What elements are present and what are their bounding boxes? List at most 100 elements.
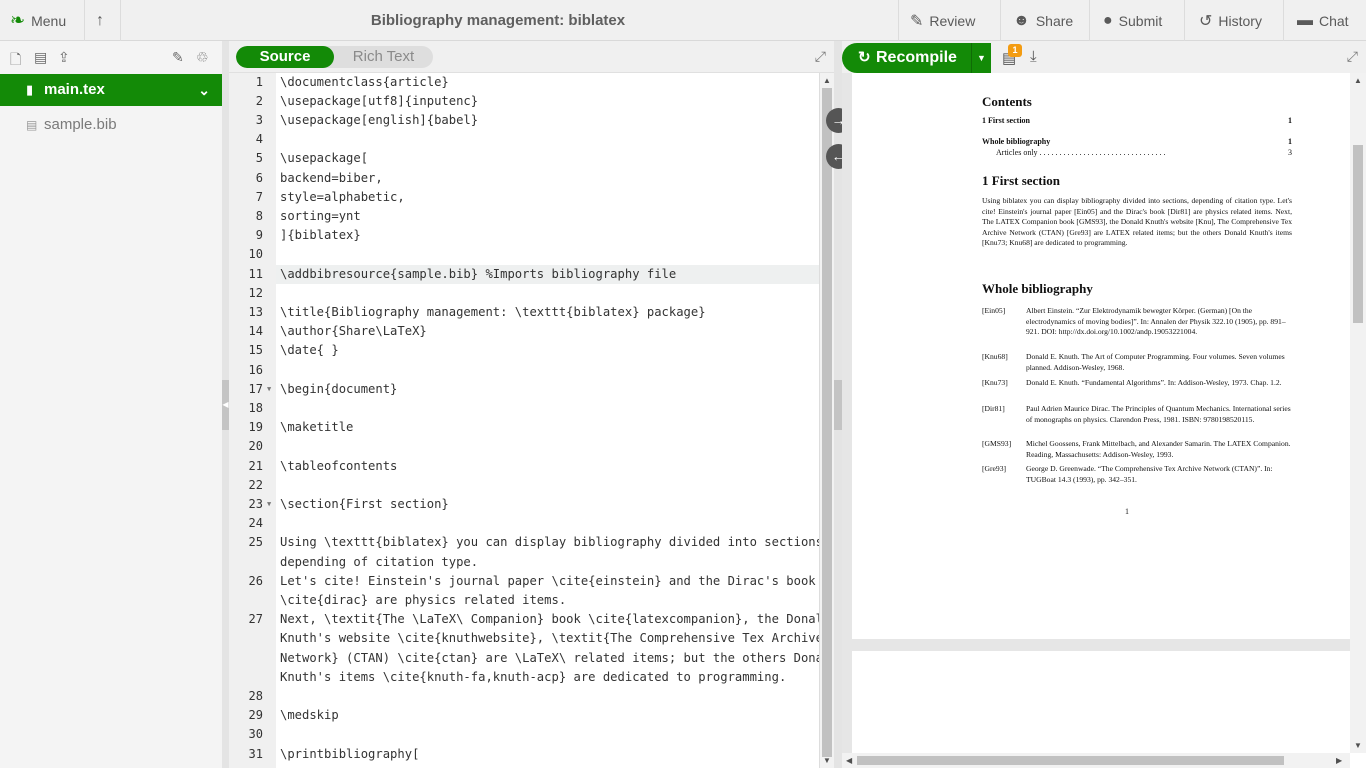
fold-arrow-icon[interactable]: ▼ [267, 380, 271, 399]
toc-label: Articles only . . . . . . . . . . . . . … [996, 148, 1166, 157]
new-folder-icon[interactable]: ▤ [34, 49, 47, 66]
resizer-grip[interactable] [834, 380, 842, 430]
code-line[interactable]: \usepackage[ [280, 149, 368, 168]
code-line[interactable]: \usepackage[english]{babel} [280, 111, 478, 130]
code-line[interactable]: \title{Bibliography management: \texttt{… [280, 303, 706, 322]
code-line[interactable]: \documentclass{article} [280, 73, 449, 92]
scroll-up-arrow-icon[interactable]: ▲ [1354, 76, 1362, 85]
code-line-wrap[interactable]: depending of citation type. [280, 553, 478, 572]
pdf-toolbar: ↻ Recompile ▼ ▤ 1 ⤓ ⤢ [842, 41, 1366, 73]
bib-key: [GMS93] [982, 439, 1012, 448]
download-pdf-icon[interactable]: ⤓ [1030, 48, 1037, 65]
bib-key: [Ein05] [982, 306, 1006, 315]
rich-text-mode-button[interactable]: Rich Text [334, 46, 433, 68]
toc-entry[interactable]: 1 First section 1 [982, 116, 1292, 125]
code-line[interactable]: sorting=ynt [280, 207, 361, 226]
expand-icon[interactable]: ⤢ [815, 48, 826, 65]
editor-scrollbar[interactable]: ▲ ▼ [819, 73, 834, 768]
bib-entry: Donald E. Knuth. The Art of Computer Pro… [1026, 352, 1285, 372]
toc-label: Whole bibliography [982, 137, 1051, 146]
scrollbar-thumb[interactable] [822, 88, 832, 757]
bib-entry: Michel Goossens, Frank Mittelbach, and A… [1026, 439, 1291, 459]
code-line-active[interactable]: \addbibresource{sample.bib} %Imports bib… [276, 265, 819, 284]
pdf-vertical-scrollbar[interactable]: ▲ ▼ [1350, 73, 1366, 753]
code-line[interactable]: Using \texttt{biblatex} you can display … [280, 533, 819, 552]
code-line[interactable]: \printbibliography[ [280, 745, 419, 764]
code-line-wrap[interactable]: Knuth's website \cite{knuthwebsite}, \te… [280, 629, 819, 648]
bib-key: [Dir81] [982, 404, 1005, 413]
share-button[interactable]: ☻ Share [1013, 0, 1073, 41]
line-number: 5 [255, 151, 263, 165]
logs-count-badge: 1 [1008, 44, 1022, 57]
bib-file-icon: ▤ [26, 118, 38, 132]
code-line[interactable]: \medskip [280, 706, 339, 725]
chat-label: Chat [1319, 12, 1349, 29]
file-item-sample-bib[interactable]: ▤ sample.bib [0, 111, 222, 139]
project-up-button[interactable]: ↑ [96, 0, 110, 41]
line-number: 22 [248, 478, 263, 492]
scroll-right-arrow-icon[interactable]: ▶ [1336, 756, 1342, 765]
code-line[interactable]: ]{biblatex} [280, 226, 361, 245]
scrollbar-thumb[interactable] [1353, 145, 1363, 323]
expand-icon[interactable]: ⤢ [1347, 48, 1358, 65]
code-line-wrap[interactable]: Knuth's items \cite{knuth-fa,knuth-acp} … [280, 668, 786, 687]
code-line[interactable]: \maketitle [280, 418, 353, 437]
file-tree-panel: 🗋 ▤ ⇪ ✎ ♲ ▮ main.tex ⌄ ▤ sample.bib [0, 41, 222, 768]
code-line[interactable]: \begin{document} [280, 380, 397, 399]
scroll-left-arrow-icon[interactable]: ◀ [846, 756, 852, 765]
project-title[interactable]: Bibliography management: biblatex [300, 0, 696, 41]
users-icon: ☻ [1013, 11, 1030, 29]
delete-trash-icon[interactable]: ♲ [196, 49, 209, 66]
code-line[interactable]: style=alphabetic, [280, 188, 405, 207]
code-line-wrap[interactable]: Network} (CTAN) \cite{ctan} are \LaTeX\ … [280, 649, 819, 668]
new-file-icon[interactable]: 🗋 [10, 49, 21, 73]
top-toolbar: ❧ Menu ↑ Bibliography management: biblat… [0, 0, 1366, 41]
scrollbar-thumb[interactable] [857, 756, 1284, 765]
toc-entry[interactable]: Articles only . . . . . . . . . . . . . … [982, 148, 1292, 157]
submit-label: Submit [1118, 12, 1163, 29]
code-line[interactable]: \tableofcontents [280, 457, 397, 476]
history-icon: ↺ [1199, 12, 1213, 30]
line-number: 20 [248, 439, 263, 453]
pdf-viewer[interactable]: Contents 1 First section 1 Whole bibliog… [842, 73, 1350, 761]
bib-entry: Albert Einstein. “Zur Elektrodynamik bew… [1026, 306, 1286, 336]
editor-mode-toggle[interactable]: Source Rich Text [236, 46, 433, 68]
code-line[interactable]: \section{First section} [280, 495, 449, 514]
code-line[interactable]: \date{ } [280, 341, 339, 360]
recompile-button[interactable]: ↻ Recompile [842, 43, 991, 73]
file-item-main-tex[interactable]: ▮ main.tex ⌄ [0, 74, 222, 106]
code-line[interactable]: Let's cite! Einstein's journal paper \ci… [280, 572, 816, 591]
menu-button[interactable]: ❧ Menu [10, 0, 66, 41]
line-number: 7 [255, 190, 263, 204]
review-button[interactable]: ✎ Review [910, 0, 975, 41]
chevron-down-icon[interactable]: ⌄ [198, 74, 210, 106]
scroll-down-arrow-icon[interactable]: ▼ [1354, 741, 1362, 750]
toc-entry[interactable]: Whole bibliography 1 [982, 137, 1292, 146]
history-button[interactable]: ↺ History [1199, 0, 1262, 41]
line-number: 10 [248, 247, 263, 261]
code-editor[interactable]: \documentclass{article} \usepackage[utf8… [276, 73, 819, 768]
source-mode-button[interactable]: Source [236, 46, 334, 68]
code-line[interactable]: \usepackage[utf8]{inputenc} [280, 92, 478, 111]
line-number: 21 [248, 459, 263, 473]
line-number: 19 [248, 420, 263, 434]
line-number: 25 [248, 535, 263, 549]
scroll-down-arrow-icon[interactable]: ▼ [823, 756, 831, 765]
toc-label: 1 First section [982, 116, 1030, 125]
line-number: 4 [255, 132, 263, 146]
section-paragraph: Using biblatex you can display bibliogra… [982, 196, 1292, 247]
scroll-up-arrow-icon[interactable]: ▲ [823, 76, 831, 85]
section-heading: 1 First section [982, 173, 1060, 188]
editor-toolbar: Source Rich Text ⤢ [229, 41, 834, 73]
pdf-horizontal-scrollbar[interactable]: ◀ ▶ [842, 753, 1350, 768]
code-line[interactable]: Next, \textit{The \LaTeX\ Companion} boo… [280, 610, 819, 629]
rename-pencil-icon[interactable]: ✎ [172, 49, 184, 66]
chat-button[interactable]: ▬ Chat [1297, 0, 1349, 41]
code-line[interactable]: \author{Share\LaTeX} [280, 322, 427, 341]
code-line-wrap[interactable]: \cite{dirac} are physics related items. [280, 591, 566, 610]
fold-arrow-icon[interactable]: ▼ [267, 495, 271, 514]
submit-button[interactable]: ● Submit [1103, 0, 1162, 41]
code-line[interactable]: backend=biber, [280, 169, 383, 188]
upload-icon[interactable]: ⇪ [58, 49, 70, 66]
line-number: 31 [248, 747, 263, 761]
